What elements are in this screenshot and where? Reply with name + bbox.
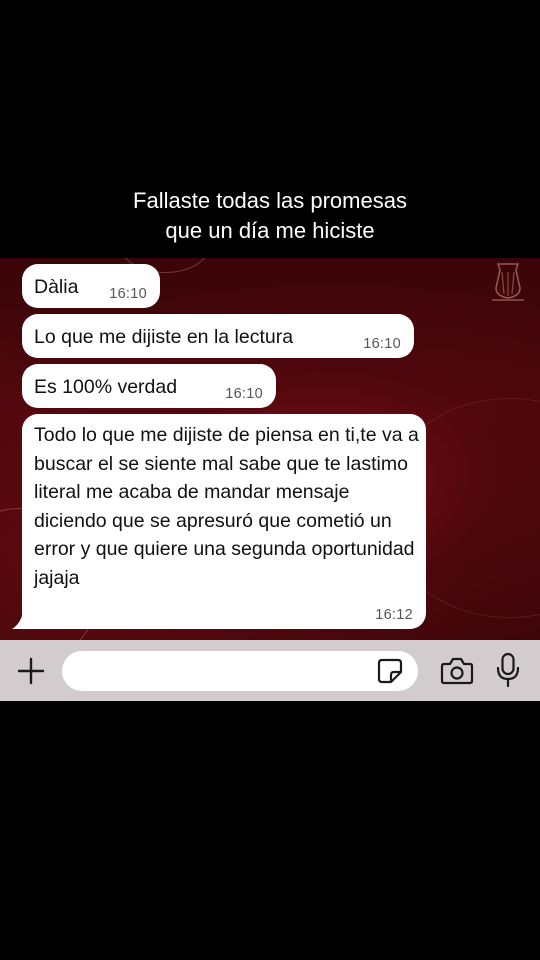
microphone-icon[interactable] (494, 652, 522, 688)
message-time: 16:10 (225, 386, 263, 402)
message-text: Es 100% verdad (34, 376, 178, 398)
message-text: Dàlia (34, 276, 79, 298)
message-input[interactable] (62, 651, 418, 691)
sticker-icon[interactable] (376, 657, 404, 685)
message-time: 16:12 (375, 607, 413, 623)
video-caption: Fallaste todas las promesas que un día m… (0, 186, 540, 246)
message-input-bar (0, 640, 540, 701)
message-bubble[interactable]: Dàlia 16:10 (22, 264, 160, 308)
message-text: Todo lo que me dijiste de piensa en ti,t… (34, 424, 419, 589)
screen: Fallaste todas las promesas que un día m… (0, 0, 540, 960)
caption-line-2: que un día me hiciste (165, 218, 375, 243)
message-time: 16:10 (109, 286, 147, 302)
camera-icon[interactable] (440, 655, 474, 687)
message-bubble[interactable]: Lo que me dijiste en la lectura 16:10 (22, 314, 414, 358)
message-bubble[interactable]: Es 100% verdad 16:10 (22, 364, 276, 408)
vase-doodle-icon (486, 260, 530, 304)
message-bubble[interactable]: Todo lo que me dijiste de piensa en ti,t… (22, 414, 426, 629)
message-time: 16:10 (363, 336, 401, 352)
plus-icon[interactable] (14, 654, 48, 688)
caption-line-1: Fallaste todas las promesas (133, 188, 407, 213)
message-text: Lo que me dijiste en la lectura (34, 326, 294, 348)
